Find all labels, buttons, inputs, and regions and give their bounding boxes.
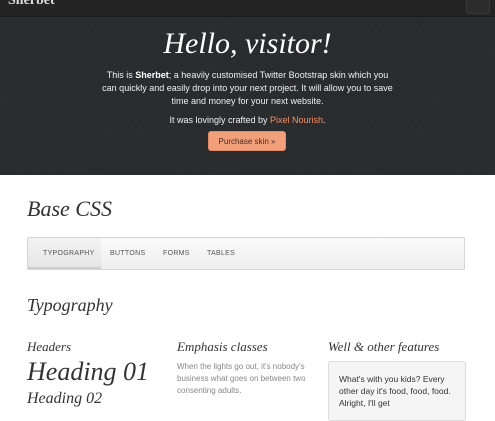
hero-desc-prefix: This is xyxy=(106,70,136,80)
credit-prefix: It was lovingly crafted by xyxy=(169,115,270,125)
menu-toggle-button[interactable] xyxy=(466,0,490,14)
typography-heading: Typography xyxy=(27,295,113,315)
well-column-title: Well & other features xyxy=(328,339,440,354)
well-text: What's with you kids? Every other day it… xyxy=(339,374,451,408)
tab-buttons[interactable]: Buttons xyxy=(110,238,145,269)
hero-banner: Hello, visitor! This is Sherbet; a heavi… xyxy=(0,17,495,175)
well-box: What's with you kids? Every other day it… xyxy=(328,361,466,421)
hero-desc-brand: Sherbet xyxy=(135,70,169,80)
heading-02-sample: Heading 02 xyxy=(27,390,103,407)
heading-01-sample: Heading 01 xyxy=(27,357,150,386)
pixel-nourish-link[interactable]: Pixel Nourish xyxy=(270,115,323,125)
brand-logo[interactable]: Sherbet xyxy=(8,0,55,8)
top-navbar: Sherbet xyxy=(0,0,495,17)
credit-suffix: . xyxy=(323,115,326,125)
emphasis-column-title: Emphasis classes xyxy=(177,339,268,354)
hero-credit: It was lovingly crafted by Pixel Nourish… xyxy=(0,114,495,127)
tab-typography[interactable]: Typography xyxy=(28,238,101,269)
tab-tables[interactable]: Tables xyxy=(207,238,235,269)
emphasis-muted-text: When the lights go out, it's nobody's bu… xyxy=(177,362,306,395)
tab-forms[interactable]: Forms xyxy=(163,238,190,269)
hero-description: This is Sherbet; a heavily customised Tw… xyxy=(100,69,395,108)
hero-title: Hello, visitor! xyxy=(163,27,332,60)
css-tab-bar: Typography Buttons Forms Tables xyxy=(27,237,465,270)
purchase-skin-button[interactable]: Purchase skin » xyxy=(208,131,286,151)
headers-column-title: Headers xyxy=(27,339,72,354)
section-title: Base CSS xyxy=(27,196,112,221)
